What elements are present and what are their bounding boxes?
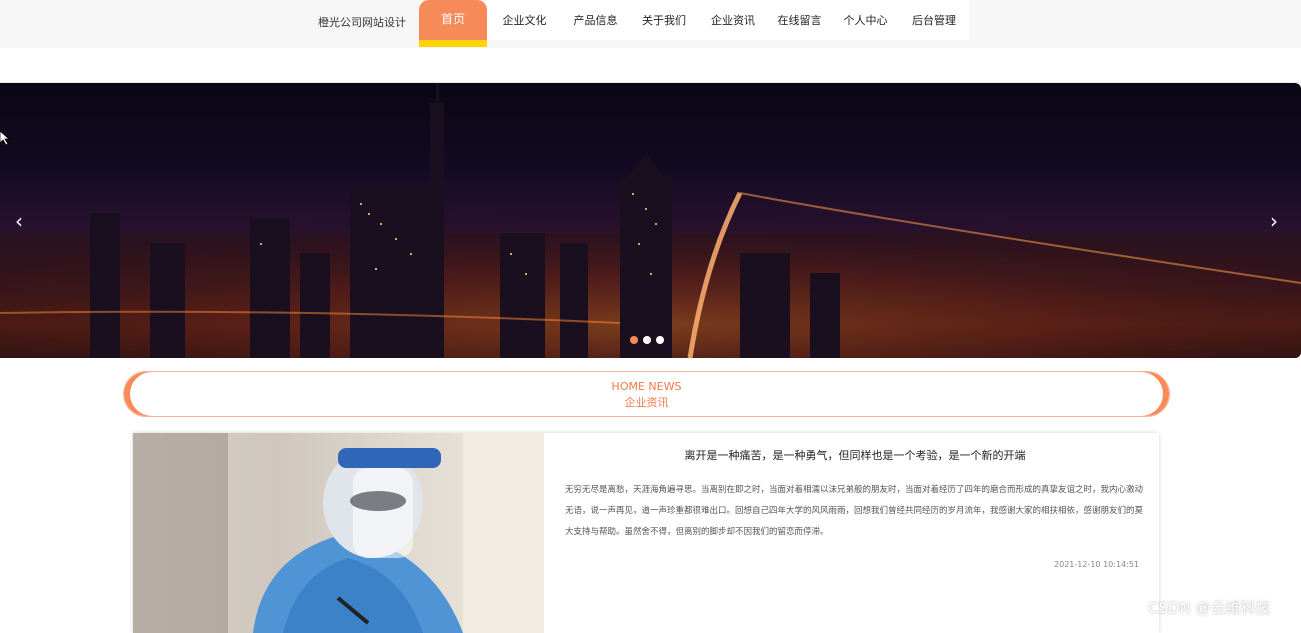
section-header: HOME NEWS 企业资讯: [123, 371, 1170, 417]
news-image[interactable]: [133, 433, 544, 633]
nav-item-about[interactable]: 关于我们: [629, 0, 699, 40]
news-date: 2021-12-10 10:14:51: [1054, 560, 1139, 569]
news-title[interactable]: 离开是一种痛苦，是一种勇气，但同样也是一个考验，是一个新的开端: [555, 447, 1155, 463]
main-nav: 首页 企业文化 产品信息 关于我们 企业资讯 在线留言 个人中心 后台管理: [419, 0, 969, 48]
nav-item-message[interactable]: 在线留言: [767, 0, 832, 40]
site-brand: 橙光公司网站设计: [318, 16, 406, 29]
nav-item-home[interactable]: 首页: [419, 0, 487, 47]
section-title-cn: 企业资讯: [624, 396, 669, 409]
hero-carousel[interactable]: ‹ ›: [0, 83, 1301, 358]
mouse-cursor-icon: [0, 131, 10, 145]
carousel-dot-1[interactable]: [630, 336, 638, 344]
nav-item-culture[interactable]: 企业文化: [487, 0, 562, 40]
section-title-en: HOME NEWS: [611, 380, 682, 393]
nav-item-products[interactable]: 产品信息: [562, 0, 629, 40]
news-card[interactable]: 离开是一种痛苦，是一种勇气，但同样也是一个考验，是一个新的开端 无穷无尽是离愁，…: [133, 433, 1159, 633]
medical-worker-image: [133, 433, 544, 633]
chevron-right-icon: ›: [1270, 209, 1278, 233]
carousel-prev-button[interactable]: ‹: [9, 210, 29, 232]
carousel-next-button[interactable]: ›: [1264, 210, 1284, 232]
news-body: 无穷无尽是离愁，天涯海角遍寻思。当离别在即之时，当面对着相濡以沫兄弟般的朋友时，…: [565, 485, 1144, 537]
carousel-dot-2[interactable]: [643, 336, 651, 344]
carousel-dot-3[interactable]: [656, 336, 664, 344]
chevron-left-icon: ‹: [15, 209, 23, 233]
carousel-indicators: [630, 336, 664, 344]
top-navbar: 橙光公司网站设计 首页 企业文化 产品信息 关于我们 企业资讯 在线留言 个人中…: [0, 0, 1301, 48]
nav-item-profile[interactable]: 个人中心: [832, 0, 899, 40]
city-night-image: [0, 83, 1301, 358]
nav-item-admin[interactable]: 后台管理: [899, 0, 969, 40]
nav-item-news[interactable]: 企业资讯: [699, 0, 767, 40]
csdn-watermark: CSDN @云维科技: [1148, 599, 1271, 617]
